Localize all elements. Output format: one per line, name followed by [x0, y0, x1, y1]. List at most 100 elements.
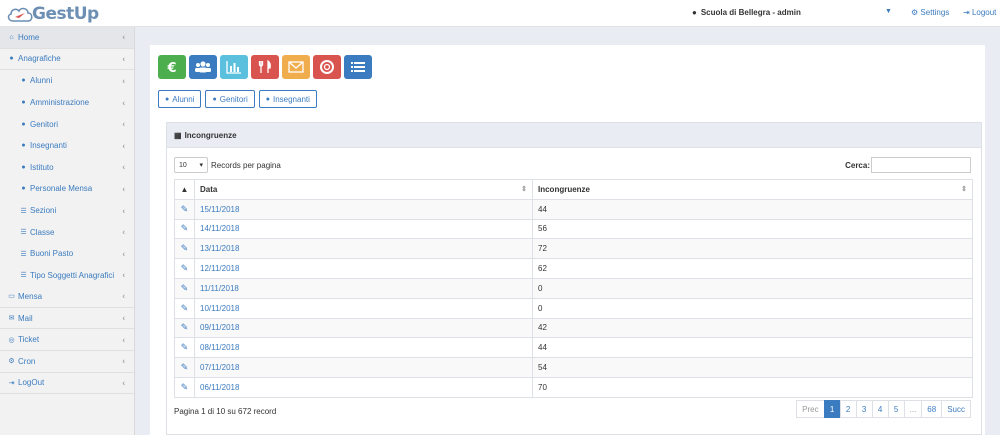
pencil-icon[interactable]: ✎: [181, 303, 189, 313]
date-link[interactable]: 08/11/2018: [200, 343, 239, 352]
edit-cell: ✎: [174, 317, 195, 339]
sidebar-item-sezioni[interactable]: ☰ Sezioni ‹: [0, 200, 134, 222]
table-row: ✎ 12/11/2018 62: [174, 258, 973, 279]
pencil-icon[interactable]: ✎: [181, 223, 189, 233]
pencil-icon[interactable]: ✎: [181, 362, 189, 372]
select-caret-icon: ▾: [199, 162, 203, 169]
sidebar-item-label: Insegnanti: [30, 141, 67, 151]
sidebar-item-amministrazione[interactable]: ● Amministrazione ‹: [0, 92, 134, 114]
button-label: Alunni: [172, 94, 195, 104]
pagination-5[interactable]: 5: [887, 400, 905, 418]
main-content: € ● Alunni ● Genitori ● Insegnanti ▦ Incongru…: [150, 45, 985, 435]
date-link[interactable]: 12/11/2018: [200, 264, 239, 273]
user-icon: ●: [21, 120, 26, 128]
sidebar-item-alunni[interactable]: ● Alunni ‹: [0, 70, 134, 92]
column-header-data-label: Data: [200, 184, 218, 194]
pencil-icon[interactable]: ✎: [181, 243, 189, 253]
sidebar-item-label: LogOut: [18, 378, 45, 388]
list-tile-button[interactable]: [344, 55, 372, 79]
date-link[interactable]: 13/11/2018: [200, 244, 239, 253]
edit-cell: ✎: [174, 277, 195, 299]
user-dropdown-caret-icon[interactable]: ▼: [885, 8, 892, 15]
user-menu[interactable]: ● Scuola di Bellegra - admin: [692, 8, 801, 17]
bar-chart-icon: [226, 60, 242, 74]
sort-icon: ⇕: [961, 186, 967, 194]
sidebar-item-label: Personale Mensa: [30, 184, 93, 194]
sidebar-item-tipo-soggetti-anagrafici[interactable]: ☰ Tipo Soggetti Anagrafici ‹: [0, 265, 134, 287]
alunni-button[interactable]: ● Alunni: [158, 90, 202, 108]
pagination-info: Pagina 1 di 10 su 672 record: [174, 407, 277, 416]
sidebar-item-istituto[interactable]: ● Istituto ‹: [0, 157, 134, 179]
sidebar-item-label: Istituto: [30, 162, 54, 172]
column-header-incongruenze[interactable]: Incongruenze ⇕: [532, 179, 973, 200]
sidebar-item-mail[interactable]: ✉ Mail ‹: [0, 308, 134, 330]
user-icon: ●: [9, 55, 14, 63]
date-link[interactable]: 07/11/2018: [200, 363, 239, 372]
list-icon: ☰: [20, 250, 27, 258]
chevron-left-icon: ‹: [122, 162, 125, 172]
logo[interactable]: GestUp: [6, 3, 126, 25]
settings-link[interactable]: ⚙ Settings: [911, 8, 949, 17]
chevron-left-icon: ‹: [122, 227, 125, 237]
home-icon: ⌂: [9, 33, 14, 41]
sidebar-item-label: Amministrazione: [30, 98, 90, 108]
pencil-icon[interactable]: ✎: [181, 342, 189, 352]
chevron-left-icon: ‹: [122, 356, 125, 366]
page-length-label: Records per pagina: [211, 160, 281, 170]
date-link[interactable]: 11/11/2018: [200, 284, 239, 293]
sidebar-item-classe[interactable]: ☰ Classe ‹: [0, 221, 134, 243]
pagination-2[interactable]: 2: [839, 400, 857, 418]
date-link[interactable]: 10/11/2018: [200, 304, 239, 313]
pencil-icon[interactable]: ✎: [181, 283, 189, 293]
pagination-prec[interactable]: Prec: [796, 400, 825, 418]
page-length-select[interactable]: 10 ▾: [174, 157, 208, 173]
pagination-1[interactable]: 1: [823, 400, 841, 418]
pencil-icon[interactable]: ✎: [181, 204, 189, 214]
insegnanti-button[interactable]: ● Insegnanti: [258, 90, 317, 108]
user-icon: ●: [21, 142, 26, 150]
panel-title: Incongruenze: [184, 130, 237, 140]
sidebar-item-insegnanti[interactable]: ● Insegnanti ‹: [0, 135, 134, 157]
table-header-row: ▲ Data ⇕ Incongruenze ⇕: [174, 179, 973, 200]
pencil-icon[interactable]: ✎: [181, 322, 189, 332]
pagination-succ[interactable]: Succ: [941, 400, 971, 418]
date-link[interactable]: 06/11/2018: [200, 383, 239, 392]
sidebar-item-buoni-pasto[interactable]: ☰ Buoni Pasto ‹: [0, 243, 134, 265]
column-header-data[interactable]: Data ⇕: [194, 179, 533, 200]
cutlery-tile-button[interactable]: [251, 55, 279, 79]
pagination-4[interactable]: 4: [871, 400, 889, 418]
sidebar-item-genitori[interactable]: ● Genitori ‹: [0, 113, 134, 135]
sidebar-item-anagrafiche[interactable]: ● Anagrafiche ‹: [0, 49, 134, 71]
pencil-icon[interactable]: ✎: [181, 382, 189, 392]
date-link[interactable]: 09/11/2018: [200, 323, 239, 332]
euro-tile-button[interactable]: €: [158, 55, 186, 79]
sidebar-item-label: Sezioni: [30, 206, 57, 216]
pagination-68[interactable]: 68: [921, 400, 943, 418]
date-link[interactable]: 15/11/2018: [200, 205, 239, 214]
bar-chart-tile-button[interactable]: [220, 55, 248, 79]
table-row: ✎ 11/11/2018 0: [174, 277, 973, 299]
filter-buttons: ● Alunni ● Genitori ● Insegnanti: [158, 90, 317, 108]
lifebuoy-tile-button[interactable]: [313, 55, 341, 79]
sidebar-item-logout[interactable]: ⇥ LogOut ‹: [0, 373, 134, 395]
actions-column-header[interactable]: ▲: [174, 179, 195, 200]
sidebar-item-label: Cron: [18, 356, 36, 366]
pagination-3[interactable]: 3: [855, 400, 873, 418]
search-input[interactable]: [871, 157, 971, 173]
genitori-button[interactable]: ● Genitori: [205, 90, 255, 108]
page-length-control: 10 ▾ Records per pagina: [174, 157, 281, 173]
chevron-left-icon: ‹: [122, 206, 125, 216]
sidebar-item-ticket[interactable]: ◎ Ticket ‹: [0, 329, 134, 351]
sidebar-item-personale-mensa[interactable]: ● Personale Mensa ‹: [0, 178, 134, 200]
date-cell: 06/11/2018: [194, 376, 533, 398]
logout-link[interactable]: ⇥ Logout: [963, 8, 996, 17]
table-row: ✎ 13/11/2018 72: [174, 238, 973, 260]
sidebar-item-home[interactable]: ⌂ Home ‹: [0, 27, 134, 49]
date-link[interactable]: 14/11/2018: [200, 224, 239, 233]
sidebar-item-cron[interactable]: ⚙ Cron ‹: [0, 351, 134, 373]
pencil-icon[interactable]: ✎: [181, 263, 189, 273]
sidebar-item-mensa[interactable]: ▭ Mensa ‹: [0, 286, 134, 308]
users-tile-button[interactable]: [189, 55, 217, 79]
user-icon: ●: [21, 163, 26, 171]
envelope-tile-button[interactable]: [282, 55, 310, 79]
